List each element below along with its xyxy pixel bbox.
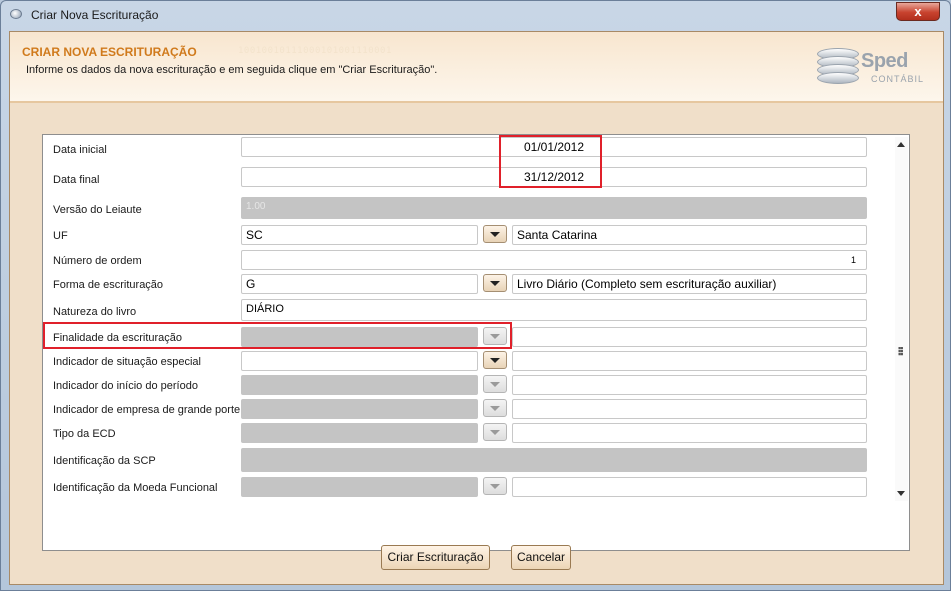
- cancelar-button[interactable]: Cancelar: [511, 545, 571, 570]
- label-inicio-periodo: Indicador do início do período: [53, 380, 198, 392]
- highlight-finalidade: [43, 322, 512, 349]
- chevron-down-icon: [490, 484, 500, 489]
- identificacao-scp-input: [241, 448, 867, 472]
- numero-ordem-input[interactable]: 1: [241, 250, 867, 270]
- chevron-down-icon: [490, 358, 500, 363]
- moeda-funcional-description: [512, 477, 867, 497]
- window-title: Criar Nova Escrituração: [31, 8, 159, 22]
- page-title: CRIAR NOVA ESCRITURAÇÃO: [22, 45, 197, 59]
- logo-sped-text: Sped: [861, 50, 908, 72]
- moeda-funcional-input[interactable]: [241, 477, 478, 497]
- highlight-dates: [499, 135, 602, 188]
- tipo-ecd-dropdown-button[interactable]: [483, 423, 507, 441]
- situacao-especial-input[interactable]: [241, 351, 478, 371]
- forma-escrituracao-dropdown-button[interactable]: [483, 274, 507, 292]
- forma-escrituracao-input[interactable]: G: [241, 274, 478, 294]
- label-data-inicial: Data inicial: [53, 144, 107, 156]
- inicio-periodo-dropdown-button[interactable]: [483, 375, 507, 393]
- close-button[interactable]: x: [896, 2, 940, 21]
- versao-leiaute-input: 1.00: [241, 197, 867, 219]
- dialog-window: Criar Nova Escrituração x 10010010111000…: [0, 0, 951, 591]
- scroll-up-arrow-icon[interactable]: [897, 142, 905, 147]
- title-bar[interactable]: Criar Nova Escrituração x: [1, 1, 950, 29]
- label-forma-escrituracao: Forma de escrituração: [53, 279, 164, 291]
- label-identificacao-scp: Identificação da SCP: [53, 455, 156, 467]
- label-numero-ordem: Número de ordem: [53, 255, 142, 267]
- dialog-body: 10010010111000101001110001 CRIAR NOVA ES…: [9, 31, 944, 585]
- forma-escrituracao-description: Livro Diário (Completo sem escrituração …: [512, 274, 867, 294]
- uf-dropdown-button[interactable]: [483, 225, 507, 243]
- logo-contabil-text: CONTÁBIL: [871, 74, 925, 84]
- scroll-thumb[interactable]: ▪▪ ▪▪ ▪▪: [897, 217, 906, 487]
- label-moeda-funcional: Identificação da Moeda Funcional: [53, 482, 218, 494]
- app-icon: [10, 9, 22, 19]
- criar-escrituracao-button[interactable]: Criar Escrituração: [381, 545, 490, 570]
- moeda-funcional-dropdown-button[interactable]: [483, 477, 507, 495]
- uf-input[interactable]: SC: [241, 225, 478, 245]
- situacao-especial-dropdown-button[interactable]: [483, 351, 507, 369]
- chevron-down-icon: [490, 382, 500, 387]
- grande-porte-dropdown-button[interactable]: [483, 399, 507, 417]
- chevron-down-icon: [490, 406, 500, 411]
- page-subtitle: Informe os dados da nova escrituração e …: [26, 64, 438, 76]
- label-tipo-ecd: Tipo da ECD: [53, 428, 116, 440]
- grande-porte-description: [512, 399, 867, 419]
- finalidade-description: [512, 327, 867, 347]
- chevron-down-icon: [490, 430, 500, 435]
- natureza-livro-input[interactable]: DIÁRIO: [241, 299, 867, 321]
- sped-contabil-logo: Sped CONTÁBIL: [815, 44, 925, 94]
- binary-watermark: 10010010111000101001110001: [238, 46, 392, 56]
- label-situacao-especial: Indicador de situação especial: [53, 356, 201, 368]
- label-versao-leiaute: Versão do Leiaute: [53, 204, 142, 216]
- label-natureza-livro: Natureza do livro: [53, 306, 137, 318]
- tipo-ecd-input[interactable]: [241, 423, 478, 443]
- label-grande-porte: Indicador de empresa de grande porte: [53, 404, 241, 416]
- inicio-periodo-description: [512, 375, 867, 395]
- uf-description: Santa Catarina: [512, 225, 867, 245]
- chevron-down-icon: [490, 281, 500, 286]
- dialog-header: 10010010111000101001110001 CRIAR NOVA ES…: [10, 32, 943, 103]
- grip-icon: ▪▪ ▪▪ ▪▪: [898, 343, 903, 359]
- disc-stack-icon: [817, 48, 859, 86]
- label-uf: UF: [53, 230, 68, 242]
- grande-porte-input[interactable]: [241, 399, 478, 419]
- tipo-ecd-description: [512, 423, 867, 443]
- vertical-scrollbar[interactable]: ▪▪ ▪▪ ▪▪: [895, 137, 908, 501]
- inicio-periodo-input[interactable]: [241, 375, 478, 395]
- situacao-especial-description: [512, 351, 867, 371]
- scroll-down-arrow-icon[interactable]: [897, 491, 905, 496]
- label-data-final: Data final: [53, 174, 100, 186]
- form-panel: Data inicial 01/01/2012 Data final 31/12…: [42, 134, 910, 570]
- chevron-down-icon: [490, 232, 500, 237]
